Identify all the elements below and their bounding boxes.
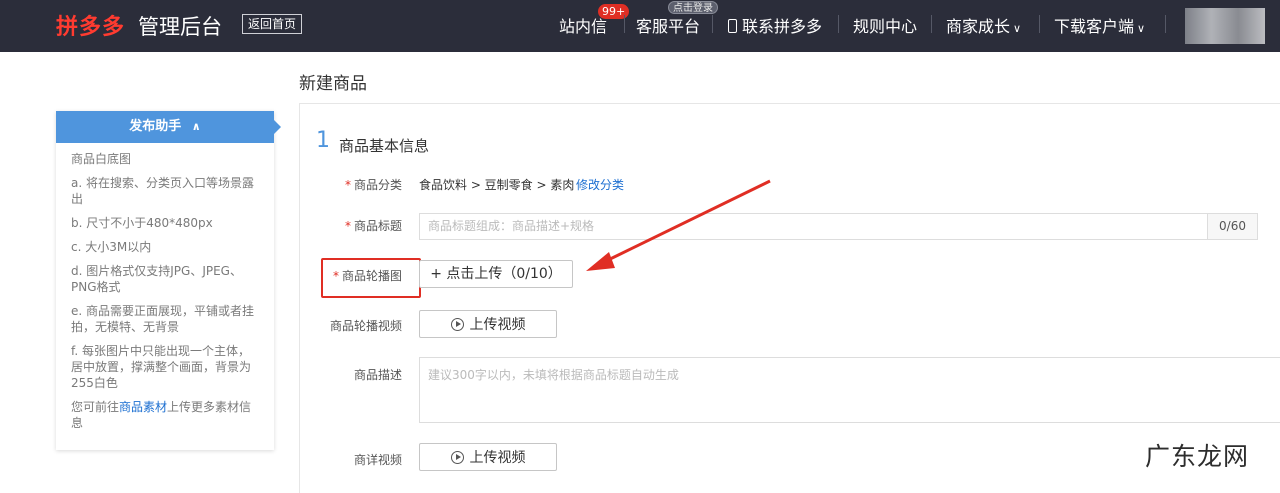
red-arrow-annotation [586, 179, 771, 271]
arrow-shaft [603, 179, 771, 264]
arrow-head [586, 252, 615, 271]
watermark-text: 广东龙网 [1145, 442, 1250, 471]
